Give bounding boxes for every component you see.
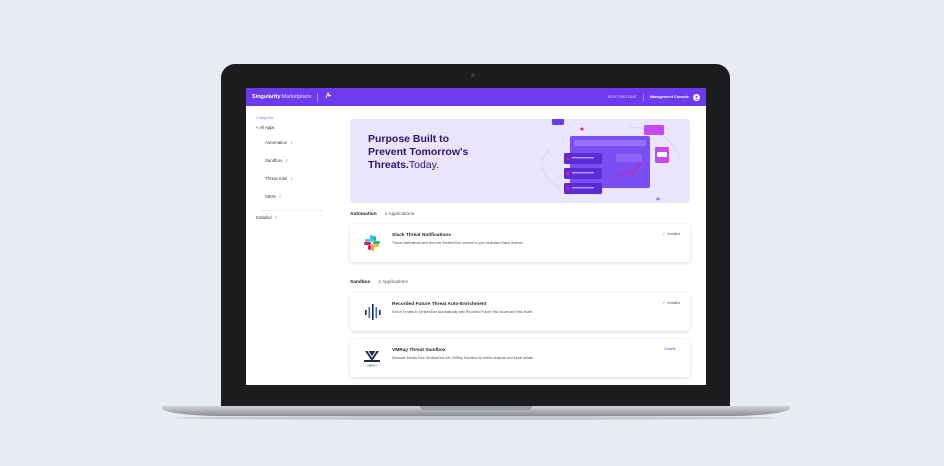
- floating-square: [552, 119, 564, 125]
- app-name: VMRay Threat Sandbox: [392, 348, 446, 353]
- brand-name-light: Marketplace: [281, 94, 312, 100]
- hero-illustration: [541, 119, 681, 201]
- camera-dot: [471, 73, 475, 77]
- sidebar-item-label: Automation: [265, 140, 288, 145]
- laptop-lid: Singularity Marketplace SENTINELONE Mana…: [221, 64, 730, 408]
- sidebar-item-automation[interactable]: Automation 1: [265, 140, 293, 145]
- singularity-swirl-icon[interactable]: [324, 91, 332, 102]
- installed-badge: ✓ Installed: [663, 232, 680, 236]
- app-name: Recorded Future Threat Auto-Enrichment: [392, 302, 487, 307]
- hero-line-1: Purpose Built to: [368, 133, 450, 145]
- sidebar-item-count: 1: [290, 140, 293, 145]
- brand-name-bold: Singularity: [252, 94, 281, 100]
- app-card-vmray[interactable]: VMRAY VMRay Threat Sandbox Detonate thre…: [350, 339, 690, 377]
- categories-heading: Categories: [256, 116, 274, 120]
- installed-badge: ✓ Installed: [663, 301, 680, 305]
- laptop-base-notch: [420, 406, 532, 410]
- topbar-divider-right: [642, 93, 644, 101]
- section-app-count: 2 Applications: [378, 280, 408, 285]
- sidebar-item-count: 1: [278, 194, 282, 199]
- hero-line-2: Prevent Tomorrow's: [368, 146, 469, 158]
- sidebar-divider: [260, 210, 324, 211]
- topbar-divider: [317, 92, 319, 102]
- app-card-slack[interactable]: Slack Threat Notifications Threat notifi…: [350, 224, 690, 262]
- management-console-link[interactable]: Management Console: [650, 95, 689, 99]
- top-navigation-bar: Singularity Marketplace SENTINELONE Mana…: [246, 88, 706, 106]
- installed-label: Installed: [667, 232, 680, 236]
- hero-line-3-bold: Threats.: [368, 159, 409, 171]
- section-title: Automation: [350, 212, 377, 217]
- app-description: Detonate threats from SentinelOne into V…: [392, 356, 533, 360]
- sidebar-item-count: 2: [274, 215, 277, 220]
- app-name: Slack Threat Notifications: [392, 233, 451, 238]
- app-description: Enrich Threats in SentinelOne automatica…: [392, 310, 533, 314]
- sidebar-item-label: Threat Intel: [265, 176, 288, 181]
- all-apps-link[interactable]: < All Apps: [256, 125, 275, 130]
- sidebar-item-count: 2: [285, 158, 288, 163]
- installed-label: Installed: [667, 301, 680, 305]
- details-link[interactable]: Details →: [664, 347, 680, 351]
- main-content: Purpose Built to Prevent Tomorrow's Thre…: [346, 106, 706, 385]
- check-icon: ✓: [662, 301, 666, 305]
- section-title: Sandbox: [350, 280, 371, 285]
- sidebar-item-installed[interactable]: Installed 2: [256, 215, 277, 220]
- check-icon: ✓: [662, 232, 666, 236]
- slack-icon: [364, 235, 380, 251]
- sidebar-item-label: SIEM: [265, 194, 276, 199]
- sidebar-item-siem[interactable]: SIEM 1: [265, 194, 281, 199]
- sidebar-item-threat-intel[interactable]: Threat Intel 4: [265, 176, 293, 181]
- app-card-recorded-future[interactable]: Recorded Future Threat Auto-Enrichment E…: [350, 293, 690, 331]
- hero-title: Purpose Built to Prevent Tomorrow's Thre…: [368, 133, 508, 172]
- brand-logo[interactable]: Singularity Marketplace: [252, 94, 311, 100]
- vmray-icon: VMRAY: [364, 350, 380, 368]
- section-sandbox: Sandbox 2 Applications: [350, 280, 408, 285]
- vmray-caption: VMRAY: [367, 364, 377, 368]
- section-app-count: 1 Applications: [384, 212, 415, 217]
- sidebar-item-count: 4: [290, 176, 293, 181]
- sidebar-item-sandbox[interactable]: Sandbox 2: [265, 158, 288, 163]
- sidebar-item-label: Sandbox: [265, 158, 283, 163]
- recorded-future-icon: [365, 304, 381, 320]
- topbar-right-group: SENTINELONE Management Console: [608, 93, 700, 101]
- category-sidebar: Categories < All Apps Automation 1 Sandbo…: [246, 106, 346, 385]
- hero-banner: Purpose Built to Prevent Tomorrow's Thre…: [350, 119, 690, 203]
- laptop-shadow: [175, 416, 775, 420]
- section-automation: Automation 1 Applications: [350, 212, 414, 217]
- hero-line-3-light: Today.: [408, 159, 440, 171]
- account-name[interactable]: SENTINELONE: [608, 95, 637, 99]
- app-description: Threat notifications sent from the Senti…: [392, 241, 523, 245]
- laptop-screen: Singularity Marketplace SENTINELONE Mana…: [246, 88, 706, 385]
- user-circle-icon[interactable]: [693, 93, 700, 101]
- sidebar-item-label: Installed: [256, 215, 272, 220]
